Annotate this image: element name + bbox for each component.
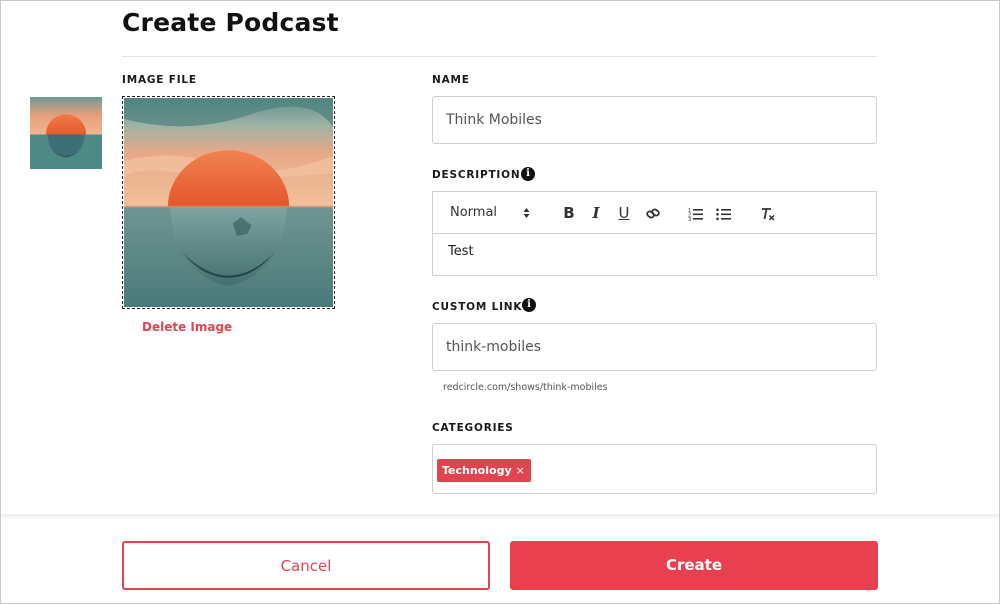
format-select[interactable]: Normal [450,192,497,234]
name-input[interactable] [433,97,876,143]
format-select-arrows-icon[interactable] [523,192,530,234]
category-tag-label: Technology [442,464,512,477]
clear-format-icon[interactable] [759,192,777,234]
bold-button[interactable]: B [561,192,577,234]
delete-image-link[interactable]: Delete Image [142,320,232,334]
link-icon[interactable] [644,192,662,234]
info-icon[interactable]: i [521,167,535,181]
title-divider [122,56,877,57]
description-body[interactable]: Test [433,234,876,269]
name-label: NAME [432,74,470,86]
cancel-button[interactable]: Cancel [122,541,490,590]
ordered-list-icon[interactable]: 123 [687,192,705,234]
custom-link-helper: redcircle.com/shows/think-mobiles [443,382,608,393]
custom-link-input[interactable] [433,324,876,370]
italic-button[interactable]: I [588,192,604,234]
category-tag: Technology × [437,459,531,482]
underline-button[interactable]: U [616,192,632,234]
info-icon[interactable]: i [522,298,536,312]
image-file-label: IMAGE FILE [122,74,197,86]
footer-divider [1,514,999,520]
podcast-cover-image [124,98,333,307]
custom-link-field[interactable] [432,323,877,371]
bullet-list-icon[interactable] [715,192,733,234]
categories-label: CATEGORIES [432,422,514,434]
image-thumbnail[interactable] [30,97,102,169]
name-field[interactable] [432,96,877,144]
custom-link-label: CUSTOM LINK [432,301,523,313]
categories-field[interactable]: Technology × [432,444,877,494]
remove-tag-icon[interactable]: × [516,459,525,482]
page-title: Create Podcast [122,8,339,37]
description-editor: Normal B I U 123 Test [432,191,877,276]
svg-text:3: 3 [688,217,691,221]
image-dropzone[interactable] [122,96,335,309]
description-label: DESCRIPTION [432,169,521,181]
create-button[interactable]: Create [510,541,878,590]
editor-toolbar: Normal B I U 123 [433,192,876,234]
